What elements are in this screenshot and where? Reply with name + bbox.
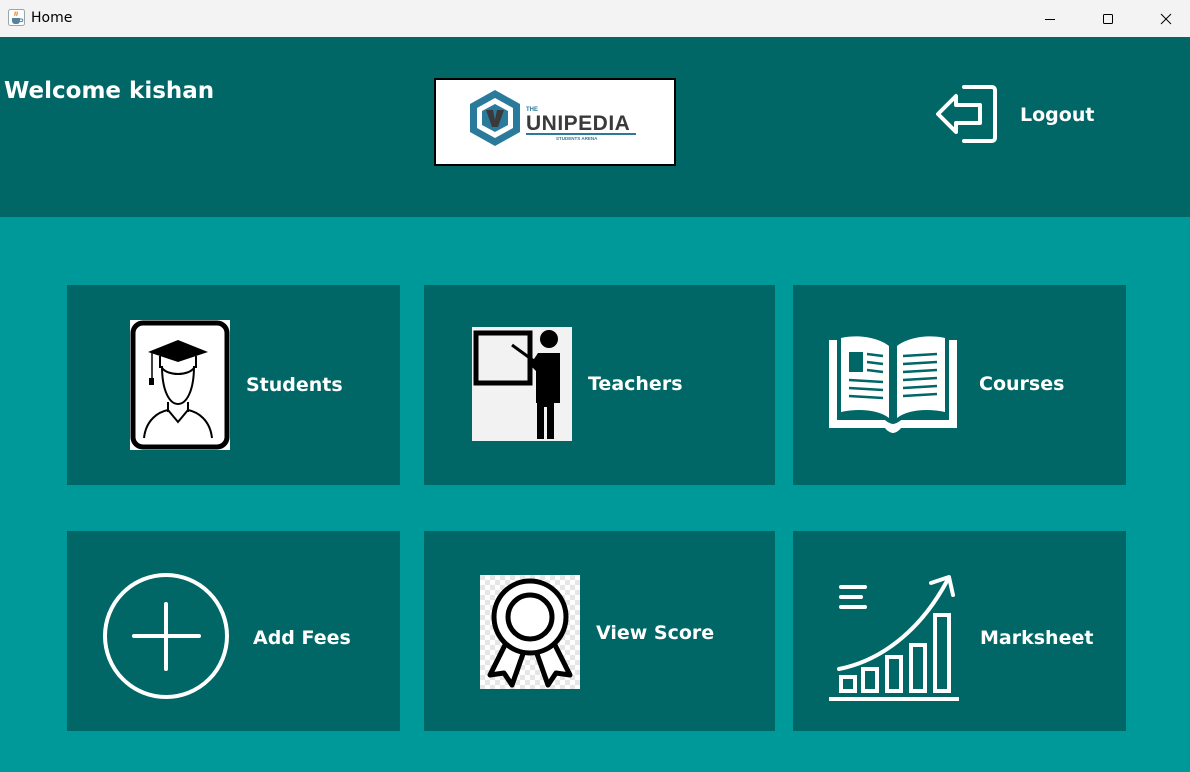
view-score-label: View Score [596,622,715,644]
student-graduate-icon [130,320,230,450]
award-ribbon-icon [480,575,580,689]
add-fees-tile[interactable]: Add Fees [67,531,400,731]
close-button[interactable] [1137,0,1190,37]
marksheet-tile[interactable]: Marksheet [793,531,1126,731]
logout-button[interactable]: Logout [1020,103,1094,127]
teacher-board-icon [472,327,572,441]
header-panel: Welcome kishan THE UNIPEDIA STUDENTS ARE… [0,37,1190,217]
growth-chart-icon [829,575,959,701]
students-tile[interactable]: Students [67,285,400,485]
window-title: Home [31,10,73,26]
minimize-button[interactable] [1021,0,1079,37]
logout-icon[interactable] [934,81,998,147]
marksheet-label: Marksheet [980,627,1094,649]
welcome-text: Welcome kishan [4,78,215,104]
view-score-tile[interactable]: View Score [424,531,775,731]
window-titlebar: Home [0,0,1190,37]
minimize-icon [1045,18,1055,20]
unipedia-logo: THE UNIPEDIA STUDENTS ARENA [434,78,676,166]
plus-circle-icon [103,573,229,699]
teachers-tile[interactable]: Teachers [424,285,775,485]
add-fees-label: Add Fees [253,627,351,649]
java-cup-icon [8,9,25,26]
students-label: Students [246,374,343,396]
courses-label: Courses [979,373,1065,395]
logo-brand: UNIPEDIA [526,112,630,135]
teachers-label: Teachers [588,373,683,395]
logo-tagline: STUDENTS ARENA [556,136,598,141]
open-book-icon [829,336,957,433]
close-icon [1160,13,1172,24]
maximize-icon [1103,13,1113,24]
maximize-button[interactable] [1079,0,1137,37]
courses-tile[interactable]: Courses [793,285,1126,485]
